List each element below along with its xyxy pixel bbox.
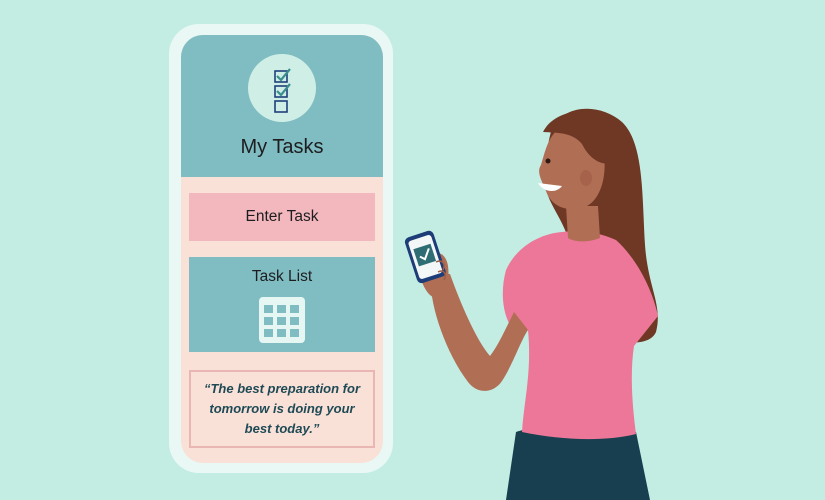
task-list-label: Task List [251,268,313,285]
quote-text: “The best preparation for tomorrow is do… [203,381,361,436]
checklist-icon [248,54,316,122]
scene: My Tasks Enter Task Task List “The best … [0,0,825,500]
task-list-button[interactable]: Task List [189,257,375,352]
enter-task-button[interactable]: Enter Task [189,193,375,241]
grid-icon [259,297,305,343]
quote-box: “The best preparation for tomorrow is do… [189,370,375,448]
phone-screen: My Tasks Enter Task Task List “The best … [181,35,383,463]
app-header: My Tasks [181,35,383,177]
person-with-phone-illustration [404,108,658,500]
app-title: My Tasks [240,136,324,158]
